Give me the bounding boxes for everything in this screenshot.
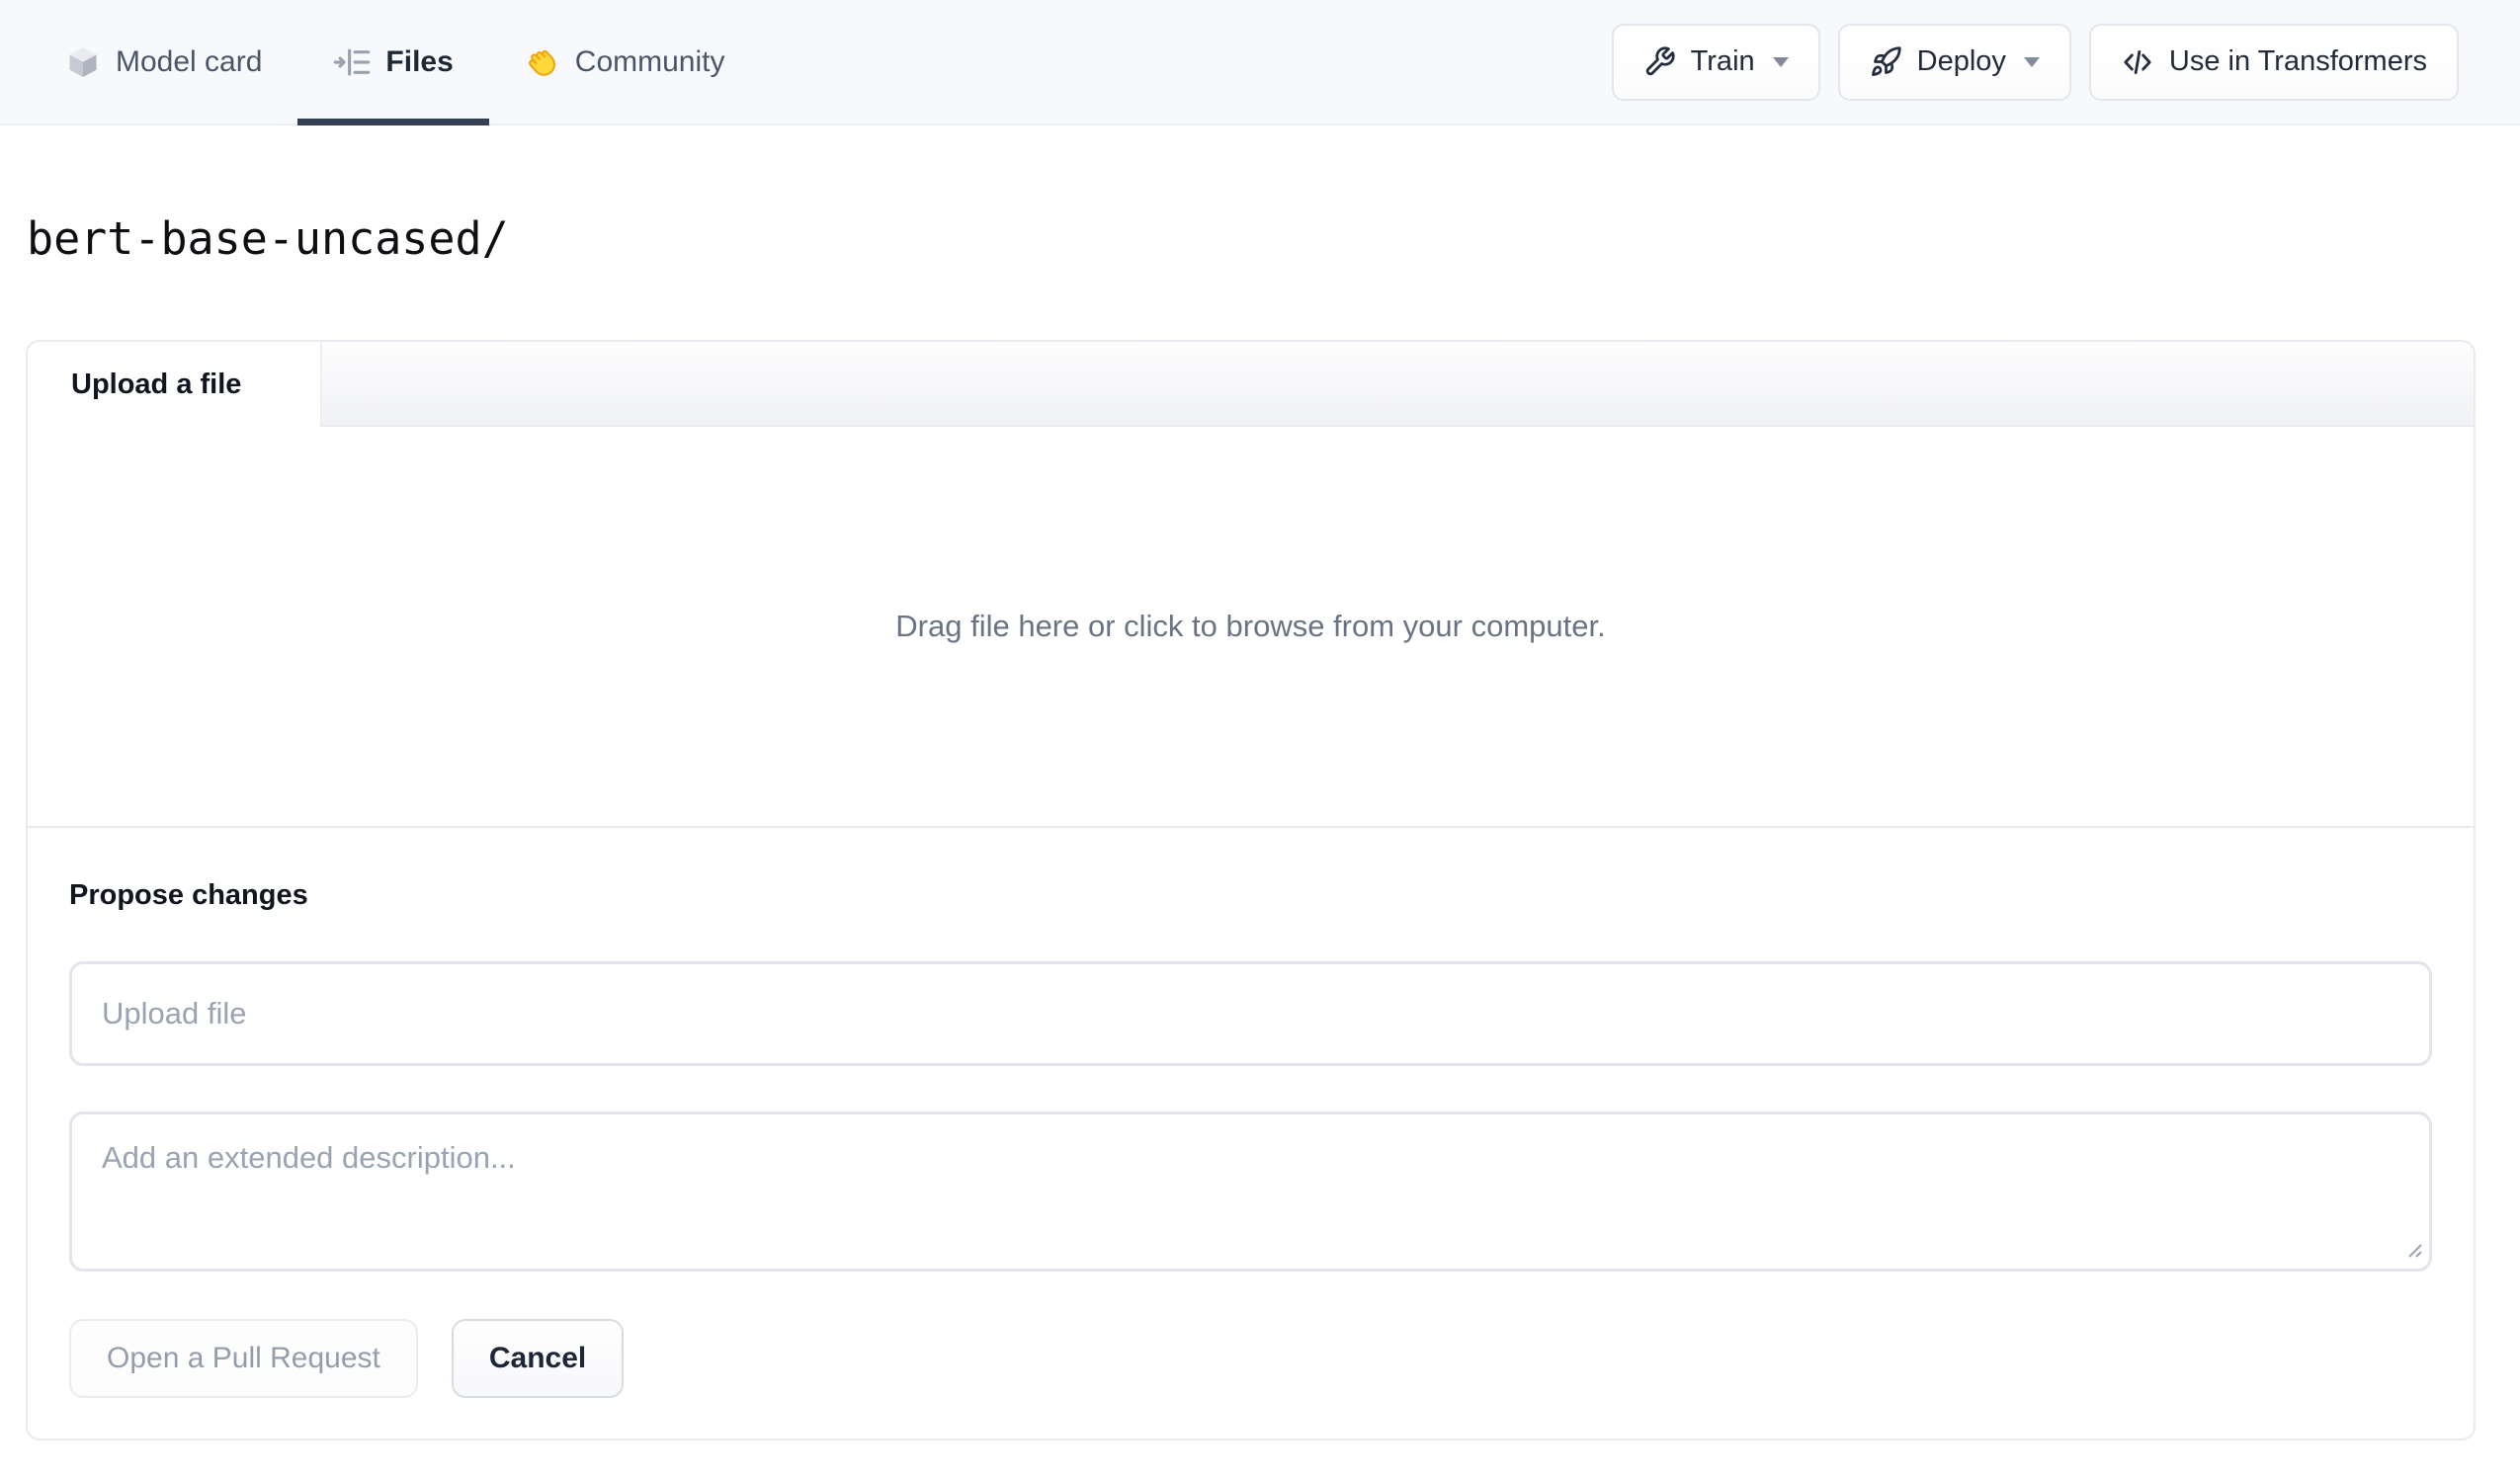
tab-label: Files bbox=[385, 44, 454, 78]
propose-changes-section: Propose changes Open a Pull Request Canc… bbox=[28, 828, 2474, 1439]
repo-path-title: bert-base-uncased/ bbox=[27, 212, 509, 265]
upload-card: Upload a file Drag file here or click to… bbox=[26, 340, 2476, 1441]
active-tab-underline bbox=[297, 119, 489, 125]
description-textarea[interactable] bbox=[69, 1112, 2432, 1272]
wrench-icon bbox=[1645, 46, 1675, 76]
tab-label: Community bbox=[574, 44, 725, 78]
rocket-icon bbox=[1871, 46, 1901, 76]
train-button[interactable]: Train bbox=[1611, 23, 1820, 101]
use-in-transformers-label: Use in Transformers bbox=[2168, 45, 2427, 77]
tab-files[interactable]: Files bbox=[297, 0, 489, 125]
chevron-down-icon bbox=[1772, 56, 1789, 67]
train-button-label: Train bbox=[1690, 45, 1755, 77]
tab-community[interactable]: Community bbox=[489, 0, 761, 124]
upload-card-header: Upload a file bbox=[28, 342, 2474, 427]
waving-hand-icon bbox=[528, 49, 555, 76]
upload-tab-label: Upload a file bbox=[71, 368, 242, 400]
use-in-transformers-button[interactable]: Use in Transformers bbox=[2088, 23, 2459, 101]
open-pull-request-button[interactable]: Open a Pull Request bbox=[69, 1319, 418, 1398]
tab-model-card[interactable]: Model card bbox=[30, 0, 297, 124]
code-icon bbox=[2124, 49, 2151, 74]
topbar: Model card Files Community Train Deploy … bbox=[0, 0, 2520, 125]
chevron-down-icon bbox=[2023, 56, 2040, 67]
propose-changes-heading: Propose changes bbox=[69, 879, 308, 911]
file-name-input[interactable] bbox=[69, 961, 2432, 1066]
file-dropzone[interactable]: Drag file here or click to browse from y… bbox=[28, 427, 2474, 828]
dropzone-text: Drag file here or click to browse from y… bbox=[895, 609, 1606, 643]
repo-tabs: Model card Files Community bbox=[30, 0, 761, 125]
files-list-icon bbox=[334, 48, 371, 75]
deploy-button[interactable]: Deploy bbox=[1837, 23, 2071, 101]
resize-handle-icon[interactable] bbox=[2399, 1235, 2425, 1261]
upload-a-file-tab[interactable]: Upload a file bbox=[28, 342, 322, 427]
description-field-wrap bbox=[69, 1112, 2432, 1272]
tab-label: Model card bbox=[116, 44, 263, 78]
cube-icon bbox=[69, 46, 97, 77]
cancel-button[interactable]: Cancel bbox=[451, 1319, 625, 1398]
propose-actions-row: Open a Pull Request Cancel bbox=[69, 1319, 2432, 1398]
card-header-fill bbox=[322, 342, 2474, 427]
deploy-button-label: Deploy bbox=[1916, 45, 2006, 77]
repo-action-buttons: Train Deploy Use in Transformers bbox=[1611, 0, 2459, 124]
